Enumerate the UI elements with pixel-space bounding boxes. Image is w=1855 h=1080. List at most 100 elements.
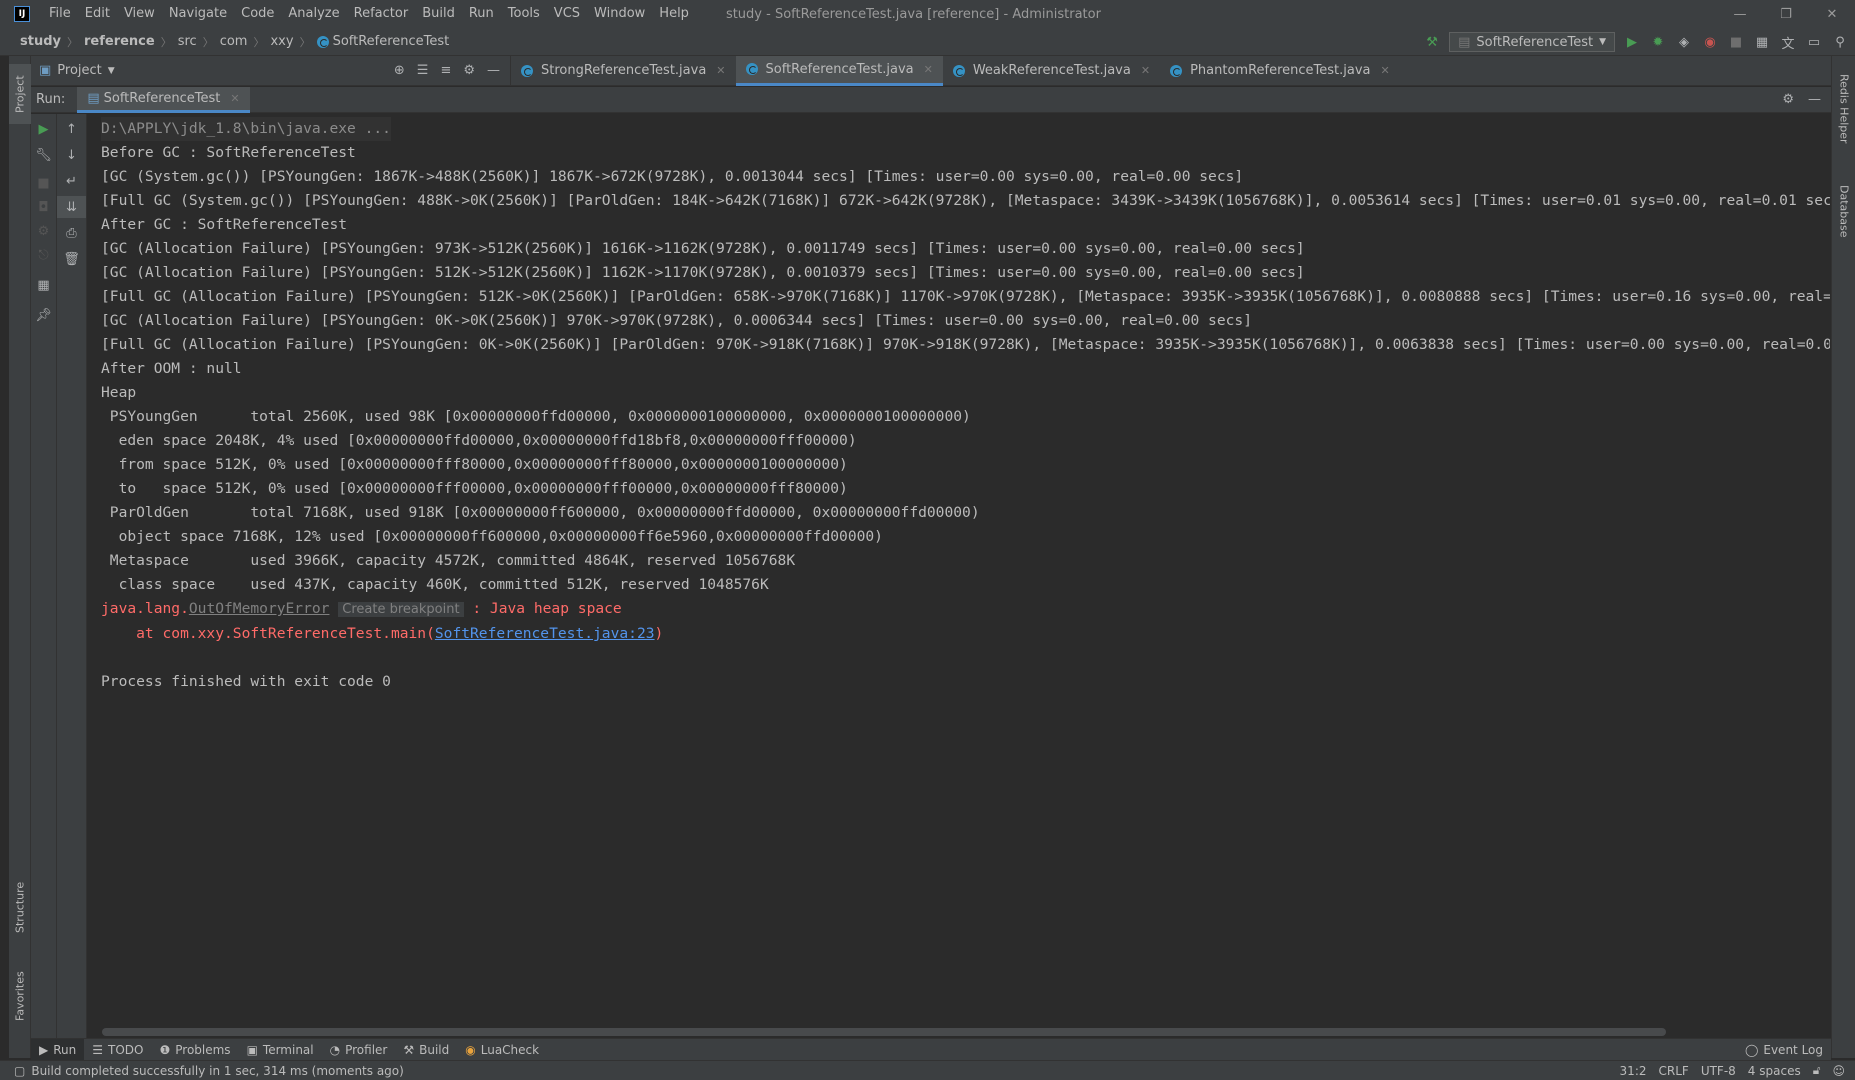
stop-icon[interactable]: ■: [1727, 33, 1745, 51]
project-tool-tab[interactable]: Project: [9, 64, 31, 124]
menu-navigate[interactable]: Navigate: [162, 0, 234, 28]
menu-view[interactable]: View: [117, 0, 162, 28]
hide-icon[interactable]: —: [487, 63, 500, 78]
redis-helper-tool-tab[interactable]: Redis Helper: [1832, 64, 1855, 154]
tab-soft-reference-test[interactable]: SoftReferenceTest.java ✕: [735, 55, 943, 86]
layout-icon[interactable]: ▦: [31, 274, 56, 296]
event-log-button[interactable]: ◯ Event Log: [1745, 1043, 1823, 1057]
menu-window[interactable]: Window: [587, 0, 652, 28]
threads-icon[interactable]: ⚙: [31, 220, 56, 242]
breadcrumb-class[interactable]: SoftReferenceTest: [333, 34, 450, 49]
run-icon[interactable]: ▶: [1623, 33, 1641, 51]
menu-help[interactable]: Help: [652, 0, 696, 28]
run-tab[interactable]: ▤ SoftReferenceTest ✕: [77, 86, 250, 113]
menu-file[interactable]: File: [42, 0, 78, 28]
build-tool-button[interactable]: ⚒ Build: [395, 1039, 457, 1061]
chevron-right-icon: 〉: [67, 35, 78, 49]
menu-code[interactable]: Code: [234, 0, 281, 28]
project-panel-label[interactable]: Project: [57, 63, 101, 78]
tab-strong-reference-test[interactable]: StrongReferenceTest.java ✕: [511, 56, 736, 86]
arrow-down-icon[interactable]: ↓: [57, 144, 86, 166]
window-title: study - SoftReferenceTest.java [referenc…: [725, 6, 1101, 22]
dropdown-arrow-icon[interactable]: ▼: [108, 66, 115, 76]
menu-edit[interactable]: Edit: [78, 0, 117, 28]
breadcrumb-xxy[interactable]: xxy: [270, 34, 293, 49]
run-tool-button[interactable]: ▶ Run: [31, 1038, 85, 1061]
menu-analyze[interactable]: Analyze: [281, 0, 346, 28]
breadcrumb-study[interactable]: study: [20, 34, 61, 49]
breadcrumb-src[interactable]: src: [178, 34, 197, 49]
close-icon[interactable]: ✕: [1381, 64, 1390, 77]
close-icon[interactable]: ✕: [716, 64, 725, 77]
menu-tools[interactable]: Tools: [501, 0, 547, 28]
caret-position[interactable]: 31:2: [1620, 1064, 1647, 1078]
debug-icon[interactable]: ✹: [1649, 33, 1667, 51]
structure-tool-tab[interactable]: Structure: [9, 872, 31, 942]
console-output[interactable]: D:\APPLY\jdk_1.8\bin\java.exe ... Before…: [88, 114, 1830, 1024]
locate-icon[interactable]: ⊕: [394, 63, 405, 78]
favorites-tool-tab[interactable]: Favorites: [9, 956, 31, 1036]
print-icon[interactable]: ⎙: [57, 222, 86, 244]
horizontal-scrollbar[interactable]: [102, 1028, 1666, 1036]
file-encoding[interactable]: UTF-8: [1701, 1064, 1736, 1078]
minimize-button[interactable]: —: [1717, 0, 1763, 28]
todo-tool-button[interactable]: ☰ TODO: [84, 1039, 151, 1061]
project-structure-icon[interactable]: ▦: [1753, 33, 1771, 51]
wrench-icon[interactable]: 🔧︎: [31, 144, 56, 166]
tab-weak-reference-test[interactable]: WeakReferenceTest.java ✕: [943, 56, 1160, 86]
tab-row: ▣ Project ▼ ⊕ ☰ ≡ ⚙ — StrongReferenceTes…: [31, 55, 1831, 86]
error-class-link[interactable]: OutOfMemoryError: [189, 600, 330, 617]
stack-suffix: ): [654, 625, 664, 642]
breadcrumb-reference[interactable]: reference: [84, 34, 155, 49]
line-separator[interactable]: CRLF: [1659, 1064, 1689, 1078]
build-hammer-icon[interactable]: ⚒: [1423, 33, 1441, 51]
trash-icon[interactable]: 🗑︎: [57, 248, 86, 270]
stop-icon[interactable]: ■: [31, 172, 56, 194]
soft-wrap-icon[interactable]: ↵: [57, 170, 86, 192]
database-tool-tab[interactable]: Database: [1832, 176, 1855, 246]
create-breakpoint-button[interactable]: Create breakpoint: [338, 602, 464, 617]
expand-all-icon[interactable]: ☰: [417, 63, 429, 78]
collapse-all-icon[interactable]: ≡: [440, 63, 451, 78]
close-icon[interactable]: ✕: [230, 92, 239, 105]
gear-icon[interactable]: ⚙: [463, 63, 475, 78]
chevron-right-icon: 〉: [253, 35, 265, 49]
menu-vcs[interactable]: VCS: [547, 0, 587, 28]
run-configuration-select[interactable]: ▤ SoftReferenceTest ▼: [1449, 32, 1615, 52]
lock-icon[interactable]: 🔓︎: [1813, 1063, 1821, 1078]
exit-icon[interactable]: ⎋: [31, 244, 56, 266]
close-icon[interactable]: ✕: [924, 63, 933, 76]
hide-icon[interactable]: —: [1808, 92, 1821, 107]
coverage-icon[interactable]: ◈: [1675, 33, 1693, 51]
profiler-tool-button[interactable]: ◔ Profiler: [322, 1039, 396, 1061]
status-message[interactable]: Build completed successfully in 1 sec, 3…: [31, 1064, 403, 1078]
arrow-up-icon[interactable]: ↑: [57, 118, 86, 140]
indent-setting[interactable]: 4 spaces: [1748, 1064, 1801, 1078]
close-window-button[interactable]: ✕: [1809, 0, 1855, 28]
problems-tool-button[interactable]: ❶ Problems: [151, 1039, 238, 1061]
menu-build[interactable]: Build: [415, 0, 462, 28]
presentation-mode-icon[interactable]: ▭: [1805, 33, 1823, 51]
scroll-to-end-icon[interactable]: ⇊: [57, 196, 86, 218]
breadcrumb-com[interactable]: com: [220, 34, 248, 49]
pin-icon[interactable]: 📌︎: [31, 304, 56, 326]
menu-refactor[interactable]: Refactor: [347, 0, 416, 28]
tool-window-toggle-icon[interactable]: ▢: [14, 1064, 25, 1078]
gear-icon[interactable]: ⚙: [1782, 92, 1794, 107]
console-line: [Full GC (Allocation Failure) [PSYoungGe…: [101, 288, 1830, 305]
luacheck-tool-button[interactable]: ◉ LuaCheck: [457, 1039, 547, 1061]
tab-phantom-reference-test[interactable]: PhantomReferenceTest.java ✕: [1160, 56, 1400, 86]
console-line: to space 512K, 0% used [0x00000000fff000…: [101, 480, 848, 497]
close-icon[interactable]: ✕: [1141, 64, 1150, 77]
source-link[interactable]: SoftReferenceTest.java:23: [435, 625, 655, 642]
search-icon[interactable]: ⚲: [1831, 33, 1849, 51]
profile-icon[interactable]: ◉: [1701, 33, 1719, 51]
terminal-tool-button[interactable]: ▣ Terminal: [239, 1039, 322, 1061]
translate-icon[interactable]: 文: [1779, 33, 1797, 52]
inspector-icon[interactable]: ☺: [1832, 1064, 1845, 1078]
camera-icon[interactable]: ◘: [31, 196, 56, 218]
menu-run[interactable]: Run: [462, 0, 501, 28]
rerun-icon[interactable]: ▶: [31, 118, 56, 140]
restore-button[interactable]: ❐: [1763, 0, 1809, 28]
